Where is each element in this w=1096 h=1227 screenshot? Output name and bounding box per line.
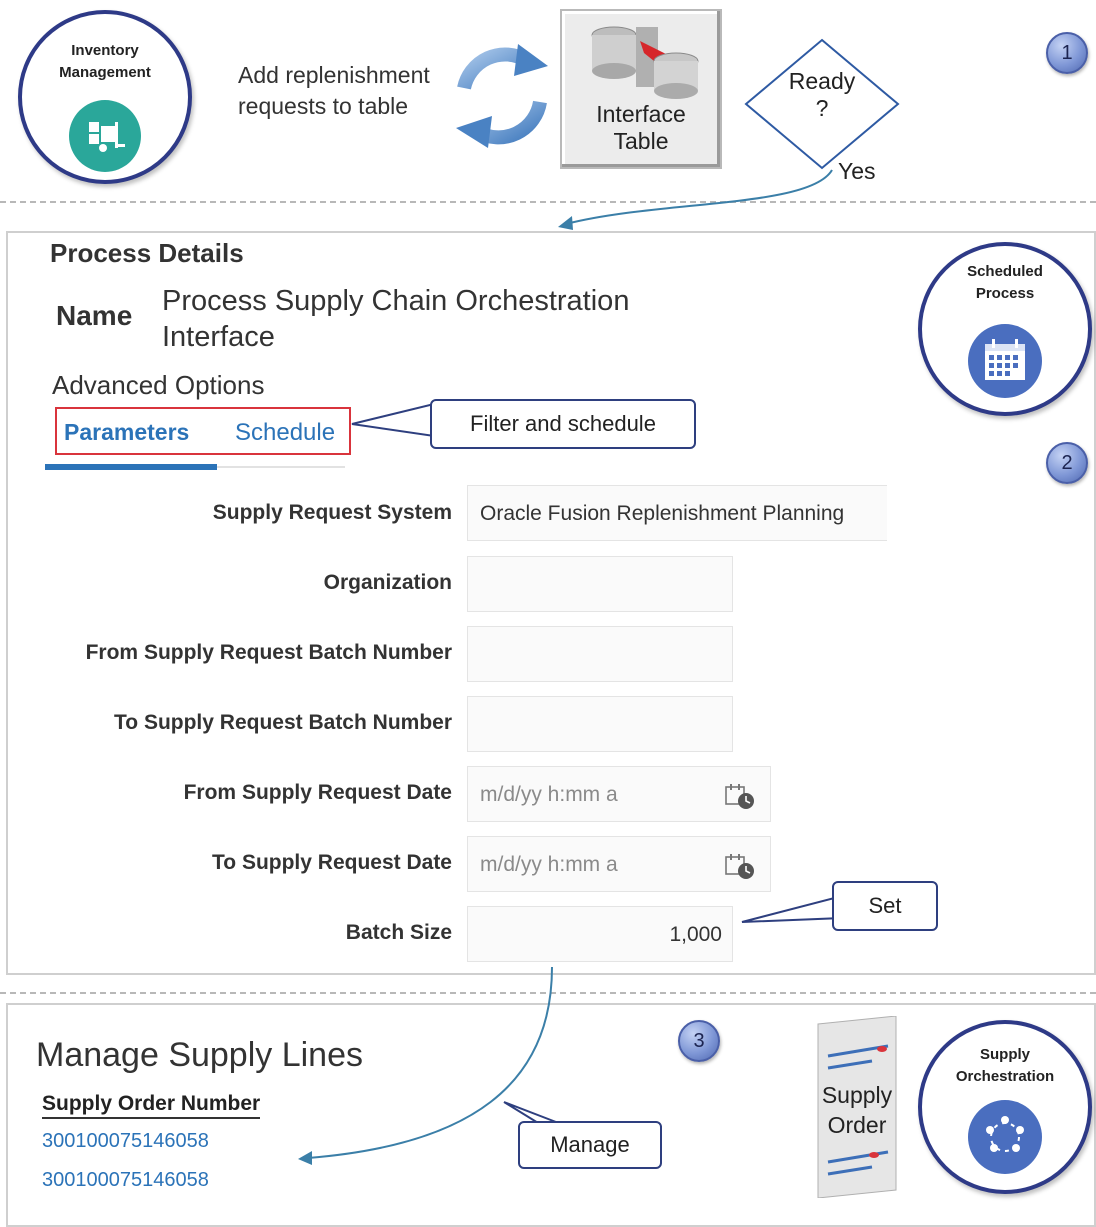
filter-schedule-callout: Filter and schedule	[430, 399, 696, 449]
step-2-badge: 2	[1046, 442, 1088, 484]
from-date-placeholder: m/d/yy h:mm a	[480, 783, 618, 806]
from-batch-field[interactable]	[467, 626, 733, 682]
to-batch-field[interactable]	[467, 696, 733, 752]
from-batch-label: From Supply Request Batch Number	[85, 641, 452, 664]
ready-question-mark: ?	[815, 95, 829, 121]
inventory-label-line1: Inventory	[71, 42, 139, 59]
from-date-label: From Supply Request Date	[183, 781, 452, 804]
supply-order-link[interactable]: 300100075146058	[42, 1130, 209, 1152]
batch-size-label: Batch Size	[345, 921, 452, 944]
supply-order-line2: Order	[827, 1112, 887, 1138]
supply-order-line1: Supply	[821, 1082, 893, 1108]
process-name-line2: Interface	[162, 321, 275, 353]
supply-order-link[interactable]: 300100075146058	[42, 1169, 209, 1191]
tabs-callout-pointer	[351, 402, 435, 438]
manage-supply-lines-heading: Manage Supply Lines	[36, 1036, 364, 1074]
to-date-field[interactable]: m/d/yy h:mm a	[467, 836, 771, 892]
supply-request-system-value: Oracle Fusion Replenishment Planning	[480, 502, 845, 525]
scheduled-label-line2: Process	[975, 285, 1035, 302]
refresh-cycle-icon	[456, 44, 548, 148]
add-requests-line2: requests to table	[238, 93, 409, 119]
scheduled-process-circle: Scheduled Process	[918, 242, 1092, 416]
organization-field[interactable]	[467, 556, 733, 612]
step-3-badge: 3	[678, 1020, 720, 1062]
process-name-line1: Process Supply Chain Orchestration	[162, 285, 630, 317]
add-requests-line1: Add replenishment	[238, 62, 430, 88]
interface-label-line1: Interface	[596, 101, 686, 127]
add-requests-text: Add replenishment requests to table	[238, 60, 430, 122]
orchestration-label-line2: Orchestration	[955, 1068, 1055, 1085]
batch-size-value: 1,000	[669, 923, 722, 946]
scheduled-label-line1: Scheduled	[967, 263, 1043, 280]
interface-label-line2: Table	[613, 128, 669, 154]
inventory-label-line2: Management	[59, 64, 151, 81]
batch-size-field[interactable]: 1,000	[467, 906, 733, 962]
organization-label: Organization	[323, 571, 452, 594]
supply-request-system-field[interactable]: Oracle Fusion Replenishment Planning	[467, 485, 887, 541]
process-details-heading: Process Details	[50, 238, 244, 268]
forklift-icon	[69, 100, 141, 172]
orchestration-cycle-icon	[968, 1100, 1042, 1174]
to-date-label: To Supply Request Date	[212, 851, 452, 874]
inventory-management-circle: Inventory Management	[18, 10, 192, 184]
supply-order-number-header: Supply Order Number	[42, 1092, 261, 1119]
tab-schedule[interactable]: Schedule	[235, 419, 335, 447]
name-label: Name	[56, 300, 133, 331]
step-1-badge: 1	[1046, 32, 1088, 74]
advanced-options-label: Advanced Options	[52, 370, 265, 400]
tab-selected-indicator	[45, 464, 217, 470]
calendar-clock-icon[interactable]	[724, 782, 760, 810]
to-batch-label: To Supply Request Batch Number	[114, 711, 452, 734]
from-date-field[interactable]: m/d/yy h:mm a	[467, 766, 771, 822]
process-name-value: Process Supply Chain Orchestration Inter…	[162, 283, 629, 355]
table-row[interactable]: 300100075146058	[42, 1169, 209, 1192]
calendar-icon	[968, 324, 1042, 398]
to-date-placeholder: m/d/yy h:mm a	[480, 853, 618, 876]
interface-table-box: Interface Table	[560, 9, 722, 169]
flow-arrow-yes	[558, 169, 833, 230]
manage-callout: Manage	[518, 1121, 662, 1169]
calendar-clock-icon[interactable]	[724, 852, 760, 880]
ready-label: Ready	[788, 68, 856, 94]
database-icon	[591, 26, 699, 99]
tab-parameters[interactable]: Parameters	[64, 419, 189, 446]
orchestration-label-line1: Supply	[979, 1046, 1030, 1063]
supply-orchestration-circle: Supply Orchestration	[918, 1020, 1092, 1194]
supply-request-system-label: Supply Request System	[212, 501, 452, 524]
set-callout: Set	[832, 881, 938, 931]
table-row[interactable]: 300100075146058	[42, 1130, 209, 1153]
